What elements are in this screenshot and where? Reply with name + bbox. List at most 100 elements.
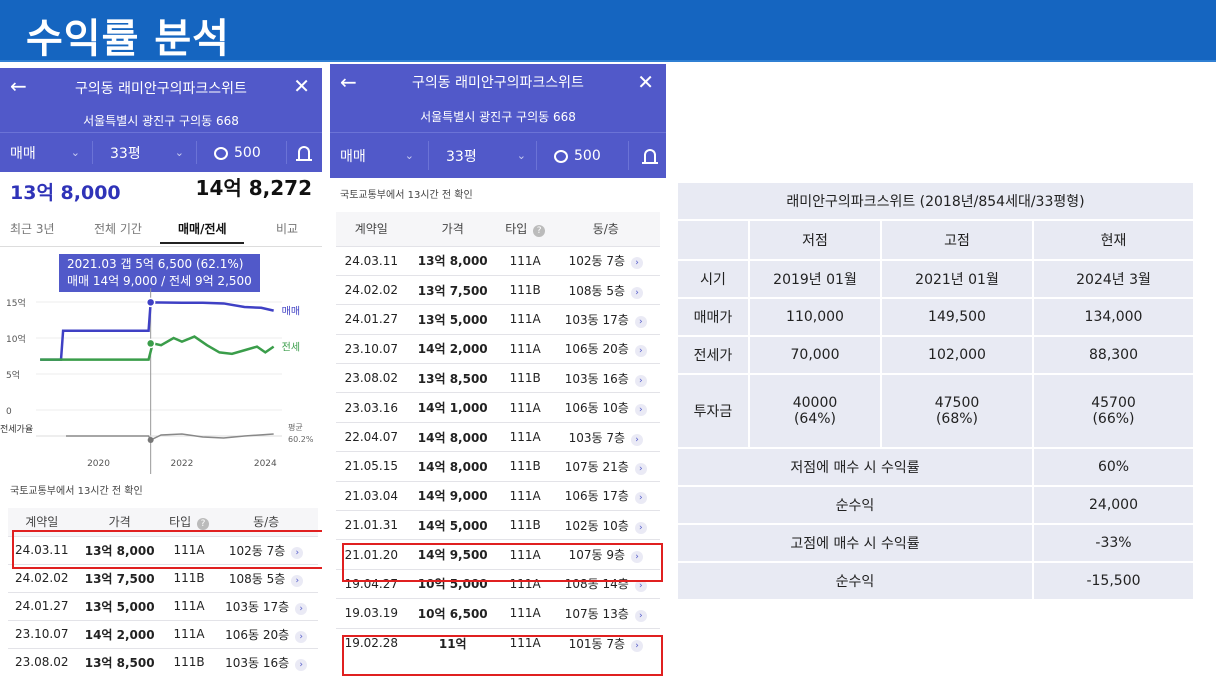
table-row[interactable]: 23.10.07 14억 2,000 111A 106동 20층 › <box>336 333 660 364</box>
tooltip-gap: 2021.03 갭 5억 6,500 (62.1%) <box>67 257 244 271</box>
jeonse-marker <box>145 338 156 349</box>
row-date: 19.03.19 <box>336 598 407 629</box>
chevron-right-icon[interactable]: › <box>634 609 647 622</box>
chevron-right-icon[interactable]: › <box>634 521 647 534</box>
chevron-right-icon[interactable]: › <box>295 630 308 643</box>
chevron-right-icon[interactable]: › <box>631 433 643 446</box>
row-type: 111B <box>498 363 552 393</box>
row-type: 111A <box>163 619 215 648</box>
comment-bubble-icon <box>554 150 568 163</box>
table-row[interactable]: 24.03.11 13억 8,000 111A 102동 7층 › <box>336 245 660 276</box>
chevron-right-icon[interactable]: › <box>631 286 643 299</box>
chevron-right-icon[interactable]: › <box>634 374 647 387</box>
row-type: 111B <box>498 510 552 540</box>
notify-button[interactable] <box>642 133 664 178</box>
trade-type-value: 매매 <box>340 148 366 165</box>
table-row[interactable]: 24.02.02 13억 7,500 111B 108동 5층 › <box>336 274 660 305</box>
tab-all-period[interactable]: 전체 기간 <box>94 220 142 237</box>
row-unit: 107동 21층 › <box>551 451 660 482</box>
ratio-label: 전세가율 <box>0 424 33 435</box>
row-unit: 106동 10층 › <box>551 392 660 423</box>
row-type: 111A <box>498 421 552 452</box>
table-row[interactable]: 23.03.16 14억 1,000 111A 106동 10층 › <box>336 392 660 423</box>
corner-cell <box>678 221 748 259</box>
row-price: 14억 1,000 <box>406 392 499 423</box>
chevron-right-icon[interactable]: › <box>295 658 308 671</box>
help-icon[interactable]: ? <box>196 518 209 531</box>
help-icon[interactable]: ? <box>533 225 546 238</box>
slide-header: 수익률 분석 <box>0 0 1216 62</box>
mid-transaction-table: 계약일 가격 타입 ? 동/층 24.03.11 13억 8,000 111A 102… <box>336 212 660 658</box>
chevron-right-icon[interactable]: › <box>291 574 304 587</box>
row-type: 111A <box>498 304 552 335</box>
chevron-right-icon[interactable]: › <box>634 404 647 417</box>
sale-marker <box>145 297 156 308</box>
trade-type-select[interactable]: 매매 ⌄ <box>10 133 86 172</box>
table-row[interactable]: 23.08.02 13억 8,500 111B 103동 16층 › <box>8 647 318 676</box>
mid-panel-header: ← 구의동 래미안구의파크스위트 ✕ 서울특별시 광진구 구의동 668 <box>330 64 666 132</box>
chevron-right-icon[interactable]: › <box>634 462 647 475</box>
active-tab-underline <box>160 242 244 244</box>
row-buy-low-yield: 저점에 매수 시 수익률 60% <box>678 449 1193 485</box>
slide-title: 수익률 분석 <box>26 16 230 62</box>
row-price: 13억 5,000 <box>75 591 164 620</box>
table-row[interactable]: 24.01.27 13억 5,000 111A 103동 17층 › <box>336 304 660 335</box>
table-row[interactable]: 23.08.02 13억 8,500 111B 103동 16층 › <box>336 363 660 393</box>
row-unit: 107동 13층 › <box>551 598 660 629</box>
close-icon[interactable]: ✕ <box>637 72 654 92</box>
chevron-right-icon[interactable]: › <box>295 602 308 615</box>
table-row[interactable]: 21.01.31 14억 5,000 111B 102동 10층 › <box>336 510 660 540</box>
table-row[interactable]: 23.10.07 14억 2,000 111A 106동 20층 › <box>8 619 318 648</box>
slide: { "slide": {"title": "수익률 분석"}, "left_pa… <box>0 0 1216 684</box>
chevron-right-icon[interactable]: › <box>634 492 647 505</box>
row-net-profit-low: 순수익 24,000 <box>678 487 1193 523</box>
chevron-right-icon[interactable]: › <box>634 345 647 358</box>
table-row[interactable]: 22.04.07 14억 8,000 111A 103동 7층 › <box>336 421 660 452</box>
trade-type-select[interactable]: 매매 ⌄ <box>340 133 420 178</box>
table-row[interactable]: 19.03.19 10억 6,500 111A 107동 13층 › <box>336 598 660 629</box>
row-unit: 102동 10층 › <box>551 510 660 540</box>
col-now: 현재 <box>1034 221 1193 259</box>
x-tick-label: 2022 <box>170 459 193 469</box>
col-type: 타입 ? <box>498 212 552 246</box>
series-label: 전세 <box>282 342 300 354</box>
summary-title-row: 래미안구의파크스위트 (2018년/854세대/33평형) <box>678 183 1193 219</box>
close-icon[interactable]: ✕ <box>293 76 310 96</box>
row-sale-price: 매매가 110,000 149,500 134,000 <box>678 299 1193 335</box>
row-price: 14억 8,000 <box>406 451 499 482</box>
row-unit: 106동 20층 › <box>214 619 318 648</box>
table-row[interactable]: 21.03.04 14억 9,000 111A 106동 17층 › <box>336 480 660 511</box>
notify-button[interactable] <box>296 133 318 172</box>
tab-sale-jeonse[interactable]: 매매/전세 <box>178 220 227 237</box>
row-date: 21.03.04 <box>336 480 407 511</box>
row-price: 13억 7,500 <box>406 274 499 305</box>
chevron-right-icon[interactable]: › <box>634 315 647 328</box>
tab-compare[interactable]: 비교 <box>276 220 298 237</box>
ratio-marker <box>147 437 154 443</box>
row-date: 23.10.07 <box>8 619 76 648</box>
row-date: 21.05.15 <box>336 451 407 482</box>
table-row[interactable]: 21.05.15 14억 8,000 111B 107동 21층 › <box>336 451 660 482</box>
tab-recent-3y[interactable]: 최근 3년 <box>10 220 55 237</box>
row-unit: 103동 16층 › <box>214 647 318 676</box>
col-unit: 동/층 <box>551 212 660 246</box>
row-unit: 103동 16층 › <box>551 363 660 393</box>
tab-divider <box>0 246 322 247</box>
comments-button[interactable]: 500 <box>214 133 274 172</box>
table-row[interactable]: 24.01.27 13억 5,000 111A 103동 17층 › <box>8 591 318 620</box>
row-unit: 106동 17층 › <box>551 480 660 511</box>
chevron-right-icon[interactable]: › <box>634 580 647 593</box>
y-tick-label: 15억 <box>6 297 26 309</box>
row-date: 24.01.27 <box>336 304 407 335</box>
y-tick-label: 0 <box>6 407 12 417</box>
comments-button[interactable]: 500 <box>554 133 618 178</box>
row-type: 111A <box>498 333 552 364</box>
row-jeonse-price: 전세가 70,000 102,000 88,300 <box>678 337 1193 373</box>
row-unit: 103동 7층 › <box>551 421 660 452</box>
ratio-avg-value: 60.2% <box>288 435 314 444</box>
ratio-avg-label: 평균 <box>288 422 303 432</box>
chevron-right-icon[interactable]: › <box>631 257 643 270</box>
size-select[interactable]: 33평 ⌄ <box>446 133 526 178</box>
complex-address: 서울특별시 광진구 구의동 668 <box>420 110 576 124</box>
size-select[interactable]: 33평 ⌄ <box>110 133 190 172</box>
